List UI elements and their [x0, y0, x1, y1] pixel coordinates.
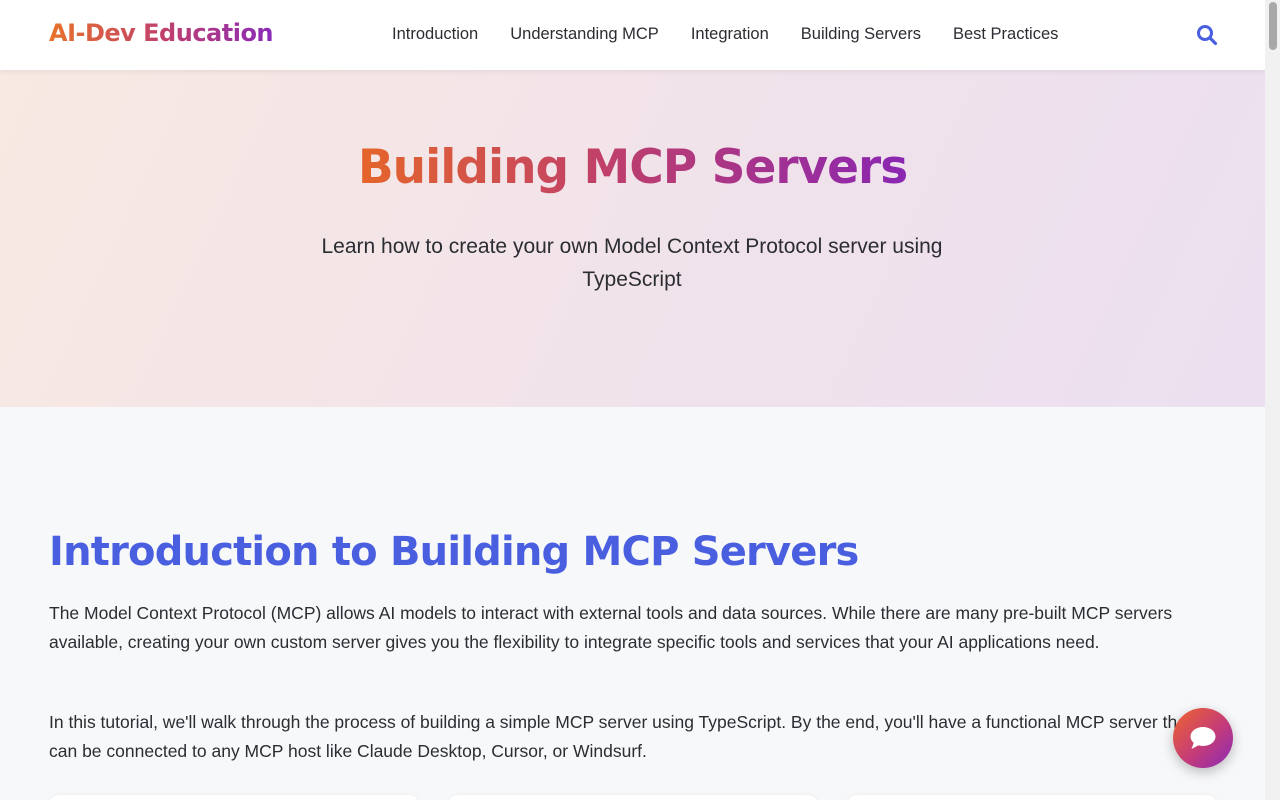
scrollbar-thumb[interactable] — [1269, 2, 1277, 50]
page-scrollbar[interactable] — [1265, 0, 1280, 800]
nav-link-introduction[interactable]: Introduction — [392, 25, 478, 44]
chat-bubble-icon — [1190, 727, 1216, 749]
site-logo[interactable]: AI-Dev Education — [49, 19, 274, 47]
intro-section: Introduction to Building MCP Servers The… — [0, 407, 1265, 800]
chat-button[interactable] — [1173, 708, 1233, 768]
top-navbar: AI-Dev Education Introduction Understand… — [0, 0, 1265, 70]
search-icon[interactable] — [1196, 24, 1218, 46]
intro-paragraph: The Model Context Protocol (MCP) allows … — [49, 603, 1173, 652]
feature-card — [448, 795, 818, 800]
hero-title: Building MCP Servers — [357, 140, 908, 195]
intro-paragraph: In this tutorial, we'll walk through the… — [49, 712, 1192, 761]
nav-link-best-practices[interactable]: Best Practices — [953, 25, 1058, 44]
nav-link-integration[interactable]: Integration — [691, 25, 769, 44]
section-title: Introduction to Building MCP Servers — [49, 529, 859, 575]
feature-card — [49, 795, 419, 800]
hero-subtitle: Learn how to create your own Model Conte… — [321, 235, 943, 291]
feature-card — [847, 795, 1217, 800]
main-nav: Introduction Understanding MCP Integrati… — [392, 25, 1058, 44]
hero-section: Building MCP Servers Learn how to create… — [0, 70, 1265, 407]
nav-link-building-servers[interactable]: Building Servers — [801, 25, 921, 44]
nav-link-understanding-mcp[interactable]: Understanding MCP — [510, 25, 659, 44]
